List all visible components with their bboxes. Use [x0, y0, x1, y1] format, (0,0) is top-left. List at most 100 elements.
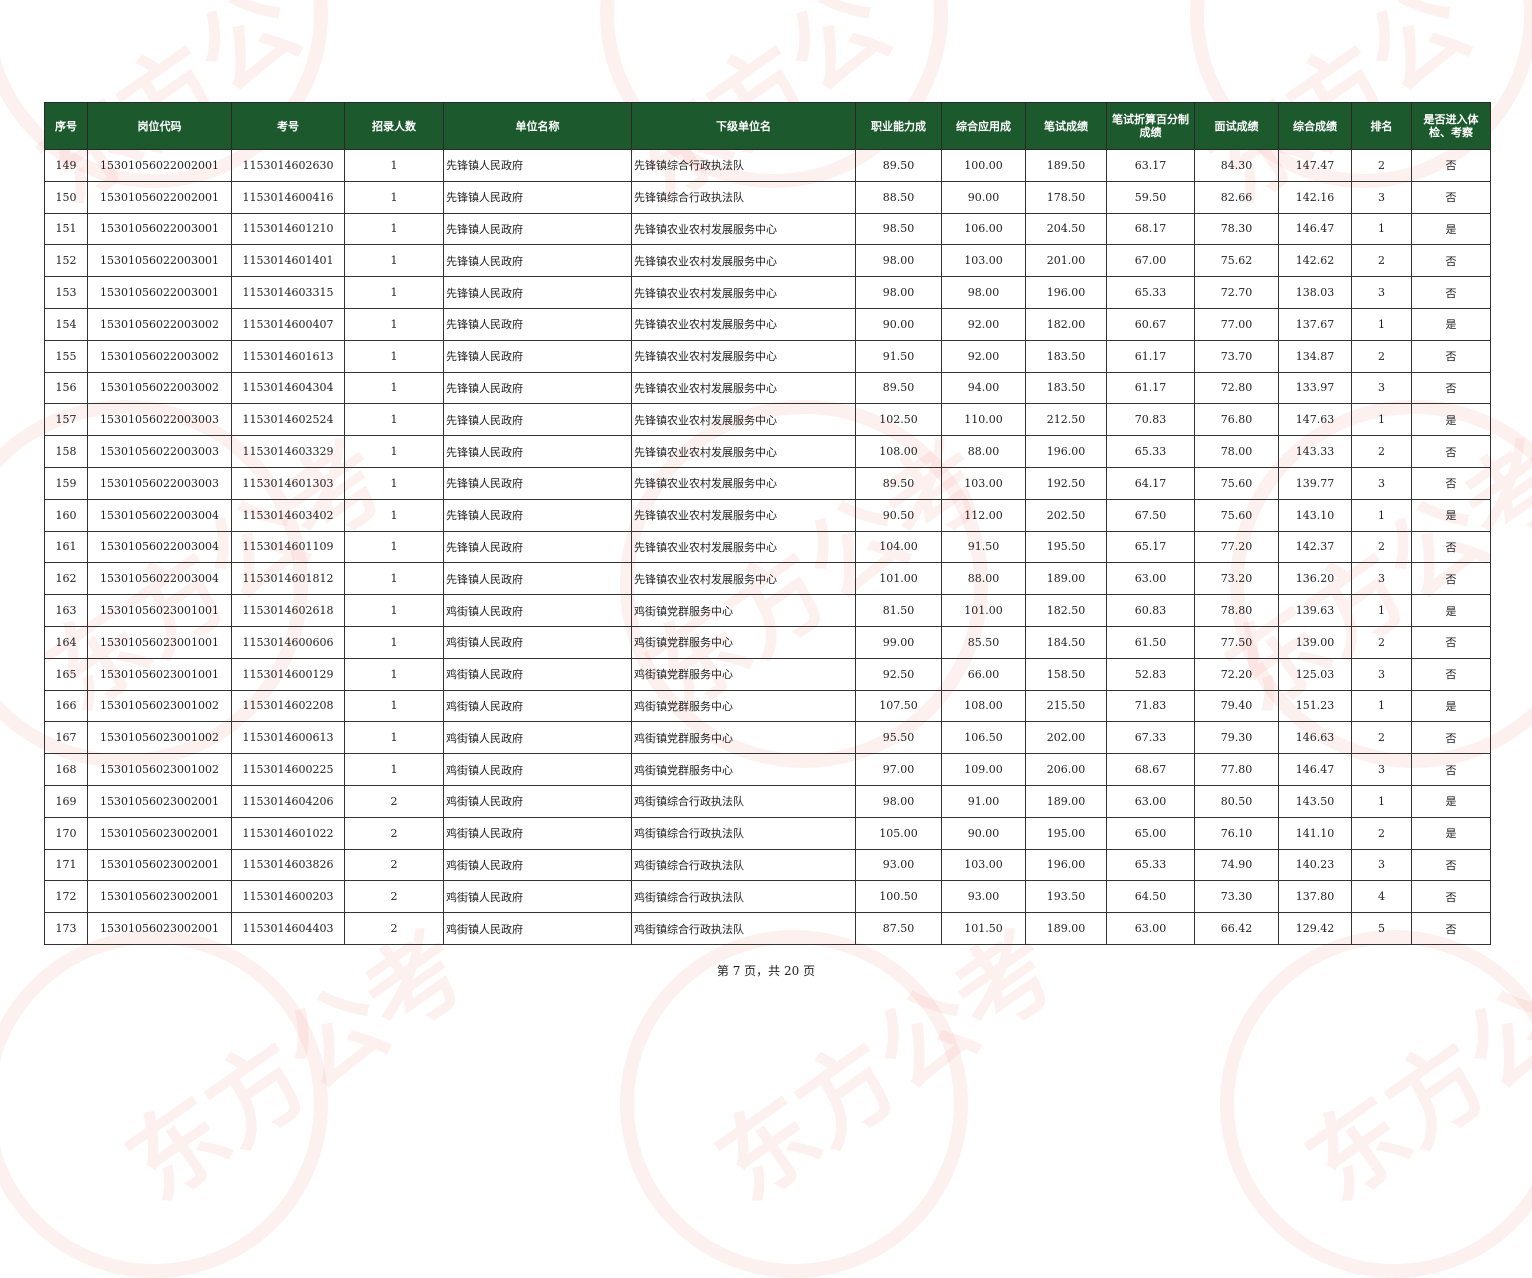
table-cell: 1153014601401 [231, 244, 345, 278]
column-header: 综合成绩 [1278, 102, 1352, 150]
table-cell: 178.50 [1025, 180, 1107, 214]
table-cell: 195.50 [1025, 530, 1107, 564]
table-cell: 99.00 [855, 625, 942, 659]
table-cell: 97.00 [855, 753, 942, 786]
table-cell: 166 [44, 689, 88, 723]
column-header: 考号 [231, 102, 345, 150]
table-cell: 鸡街镇人民政府 [443, 657, 632, 691]
column-header: 序号 [44, 102, 88, 150]
table-cell: 77.20 [1194, 530, 1279, 564]
table-cell: 1153014600203 [231, 880, 345, 914]
table-cell: 71.83 [1106, 689, 1195, 723]
table-cell: 15301056022003004 [87, 562, 232, 596]
column-header: 下级单位名 [631, 102, 856, 150]
table-cell: 15301056022003001 [87, 276, 232, 309]
column-header: 综合应用成 [941, 102, 1026, 150]
table-cell: 60.83 [1106, 594, 1195, 627]
table-cell: 否 [1411, 880, 1491, 914]
table-cell: 15301056022002001 [87, 180, 232, 214]
table-cell: 3 [1351, 276, 1412, 309]
table-cell: 154 [44, 307, 88, 341]
table-cell: 1153014602630 [231, 149, 345, 182]
table-cell: 98.00 [855, 784, 942, 818]
table-cell: 1 [344, 753, 444, 786]
table-cell: 2 [344, 784, 444, 818]
table-cell: 196.00 [1025, 276, 1107, 309]
table-cell: 65.00 [1106, 816, 1195, 850]
table-cell: 1153014601613 [231, 339, 345, 373]
table-cell: 先锋镇人民政府 [443, 149, 632, 182]
column-header: 岗位代码 [87, 102, 232, 150]
column-header: 是否进入体检、考察 [1411, 102, 1491, 150]
table-cell: 1 [344, 530, 444, 564]
table-cell: 100.00 [941, 149, 1026, 182]
table-cell: 鸡街镇人民政府 [443, 594, 632, 627]
table-cell: 是 [1411, 689, 1491, 723]
table-cell: 是 [1411, 212, 1491, 246]
table-cell: 1 [344, 276, 444, 309]
table-cell: 133.97 [1278, 371, 1352, 405]
table-cell: 1153014600416 [231, 180, 345, 214]
table-cell: 172 [44, 880, 88, 914]
table-cell: 152 [44, 244, 88, 278]
table-cell: 189.00 [1025, 562, 1107, 596]
table-cell: 91.00 [941, 784, 1026, 818]
table-cell: 89.50 [855, 371, 942, 405]
table-cell: 否 [1411, 562, 1491, 596]
table-cell: 60.67 [1106, 307, 1195, 341]
table-cell: 143.50 [1278, 784, 1352, 818]
table-cell: 52.83 [1106, 657, 1195, 691]
table-cell: 85.50 [941, 625, 1026, 659]
table-cell: 否 [1411, 912, 1491, 945]
table-cell: 139.00 [1278, 625, 1352, 659]
table-cell: 189.50 [1025, 149, 1107, 182]
table-cell: 125.03 [1278, 657, 1352, 691]
table-cell: 195.00 [1025, 816, 1107, 850]
table-row: 158 15301056022003003 1153014603329 1 先锋镇人民政… [44, 435, 1491, 468]
table-cell: 15301056023002001 [87, 784, 232, 818]
table-cell: 3 [1351, 180, 1412, 214]
table-cell: 151 [44, 212, 88, 246]
table-cell: 1153014600129 [231, 657, 345, 691]
table-cell: 1153014603402 [231, 498, 345, 532]
table-cell: 73.20 [1194, 562, 1279, 596]
table-cell: 鸡街镇人民政府 [443, 721, 632, 755]
table-cell: 鸡街镇党群服务中心 [631, 625, 856, 659]
table-cell: 否 [1411, 149, 1491, 182]
table-cell: 76.80 [1194, 403, 1279, 437]
table-cell: 鸡街镇人民政府 [443, 784, 632, 818]
table-cell: 先锋镇农业农村发展服务中心 [631, 435, 856, 468]
table-row: 163 15301056023001001 1153014602618 1 鸡街镇人民政… [44, 594, 1491, 627]
page-number: 第 7 页，共 20 页 [716, 964, 816, 978]
table-cell: 先锋镇农业农村发展服务中心 [631, 276, 856, 309]
table-cell: 先锋镇人民政府 [443, 466, 632, 500]
table-cell: 161 [44, 530, 88, 564]
table-cell: 先锋镇农业农村发展服务中心 [631, 307, 856, 341]
table-row: 152 15301056022003001 1153014601401 1 先锋镇人民政… [44, 244, 1491, 278]
table-cell: 15301056022002001 [87, 149, 232, 182]
table-cell: 先锋镇人民政府 [443, 212, 632, 246]
table-cell: 79.40 [1194, 689, 1279, 723]
table-cell: 15301056023001002 [87, 689, 232, 723]
column-header: 单位名称 [443, 102, 632, 150]
table-row: 170 15301056023002001 1153014601022 2 鸡街镇人民政… [44, 816, 1491, 850]
table-cell: 193.50 [1025, 880, 1107, 914]
table-row: 161 15301056022003004 1153014601109 1 先锋镇人民政… [44, 530, 1491, 564]
table-cell: 204.50 [1025, 212, 1107, 246]
table-cell: 63.00 [1106, 562, 1195, 596]
table-cell: 1153014604304 [231, 371, 345, 405]
table-cell: 先锋镇人民政府 [443, 371, 632, 405]
table-cell: 先锋镇人民政府 [443, 276, 632, 309]
table-cell: 146.63 [1278, 721, 1352, 755]
table-cell: 1153014603315 [231, 276, 345, 309]
table-cell: 15301056023001001 [87, 594, 232, 627]
table-cell: 1153014600613 [231, 721, 345, 755]
table-cell: 1 [344, 625, 444, 659]
table-cell: 84.30 [1194, 149, 1279, 182]
table-cell: 73.30 [1194, 880, 1279, 914]
table-row: 153 15301056022003001 1153014603315 1 先锋镇人民政… [44, 276, 1491, 309]
table-cell: 78.30 [1194, 212, 1279, 246]
table-cell: 98.00 [855, 244, 942, 278]
table-cell: 159 [44, 466, 88, 500]
table-cell: 212.50 [1025, 403, 1107, 437]
